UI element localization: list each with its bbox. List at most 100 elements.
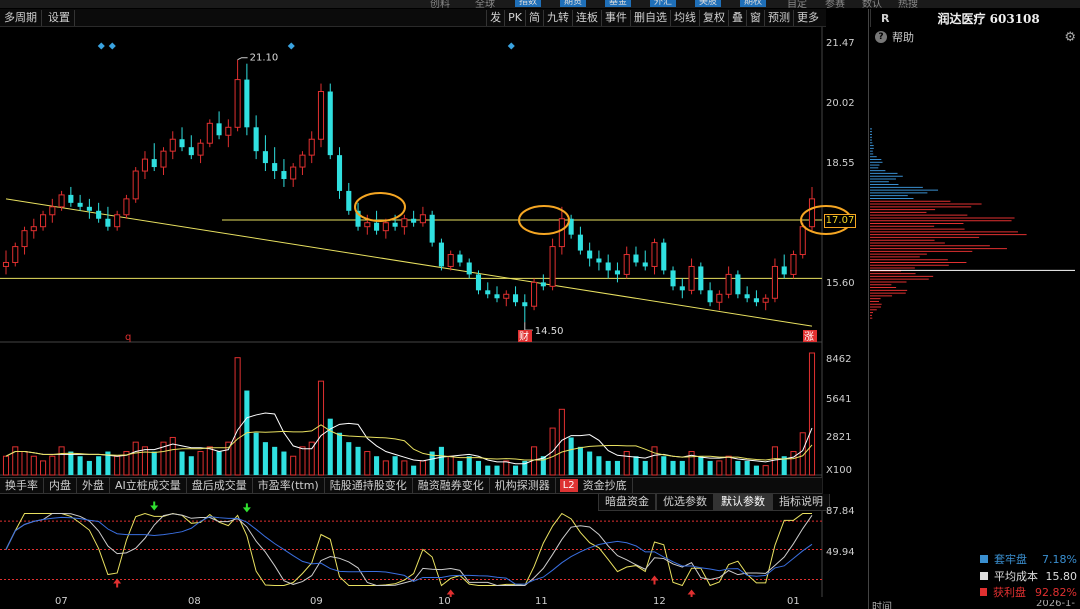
volume-bar: [790, 451, 797, 476]
candle-body: [281, 171, 287, 179]
param-tab[interactable]: 默认参数: [714, 494, 772, 511]
market-tab[interactable]: 指数: [515, 0, 542, 7]
toolbar-button[interactable]: 复权: [699, 10, 728, 26]
volume-bar: [2, 455, 10, 476]
candle-body: [698, 266, 704, 291]
candle-body: [244, 79, 250, 128]
market-tab[interactable]: 创料: [430, 0, 450, 8]
market-tab[interactable]: 热搜: [898, 0, 918, 8]
indicator-tab[interactable]: 机构探测器: [490, 478, 556, 493]
legend-label: 套牢盘: [994, 553, 1027, 566]
indicator-tab[interactable]: 内盘: [44, 478, 77, 493]
indicator-tab[interactable]: 陆股通持股变化: [325, 478, 413, 493]
legend-swatch: [980, 555, 988, 563]
toolbar-button[interactable]: 简: [525, 10, 543, 26]
param-tab[interactable]: 指标说明: [772, 494, 830, 511]
candle-body: [549, 246, 556, 287]
event-diamond: [507, 42, 515, 50]
candle-body: [744, 294, 750, 299]
volume-bar: [188, 456, 194, 475]
legend-value: 92.82%: [1035, 585, 1077, 599]
candle-body: [327, 91, 333, 156]
market-tab[interactable]: 美股: [695, 0, 722, 7]
candle-body: [587, 250, 593, 259]
candle-body: [670, 270, 676, 287]
toolbar-button[interactable]: 设置: [44, 9, 75, 26]
candle-body: [596, 258, 602, 263]
cost-legend-item: 获利盘 92.82%: [980, 584, 1080, 600]
legend-label: 获利盘: [993, 586, 1026, 599]
q-marker: q: [125, 332, 131, 343]
toolbar-button[interactable]: 事件: [601, 10, 630, 26]
indicator-tab[interactable]: 外盘: [77, 478, 110, 493]
toolbar-button[interactable]: 九转: [543, 10, 572, 26]
candle-body: [317, 91, 325, 140]
candle-body: [753, 298, 759, 303]
toolbar-button[interactable]: 多周期: [0, 9, 42, 26]
indicator-tab[interactable]: 融资融券变化: [413, 478, 490, 493]
candle-body: [96, 210, 102, 219]
volume-bar: [771, 446, 778, 476]
volume-bar: [272, 446, 278, 475]
indicator-tab[interactable]: 换手率: [0, 478, 44, 493]
indicator-tab[interactable]: AI立桩成交量: [110, 478, 187, 493]
toolbar-button[interactable]: 均线: [670, 10, 699, 26]
indicator-tab[interactable]: 盘后成交量: [187, 478, 253, 493]
candle-body: [614, 270, 620, 275]
indicator-tab[interactable]: 资金抄底: [578, 478, 633, 493]
market-tab[interactable]: 参赛: [825, 0, 845, 8]
toolbar-button[interactable]: 发: [486, 10, 504, 26]
volume-bar: [419, 460, 426, 476]
candle-body: [633, 254, 639, 263]
volume-unit: X100: [826, 465, 852, 476]
toolbar-button[interactable]: 更多: [793, 10, 822, 26]
volume-bar: [253, 432, 259, 475]
candle-body: [503, 293, 510, 299]
candle-body: [429, 214, 435, 243]
volume-bar: [197, 451, 204, 476]
volume-bar: [605, 460, 611, 475]
market-tab[interactable]: 自定: [787, 0, 807, 8]
market-tab[interactable]: 基金: [605, 0, 632, 7]
candle-body: [382, 222, 389, 232]
volume-bar: [503, 460, 510, 476]
price-tick: 21.47: [826, 38, 855, 49]
param-tabs: 暗盘资金 优选参数 默认参数 指标说明: [598, 494, 830, 511]
kline-chart[interactable]: 21.10 14.50 q 财 涨: [0, 27, 1080, 597]
candle-body: [447, 254, 454, 267]
candle-body: [771, 265, 778, 299]
volume-bar: [234, 357, 241, 476]
price-tag: 17.07: [824, 214, 856, 228]
candle-body: [290, 166, 297, 180]
market-tab[interactable]: 期货: [560, 0, 587, 7]
market-tab[interactable]: 数认: [862, 0, 882, 8]
candle-body: [392, 222, 398, 227]
indicator-tab[interactable]: 市盈率(ttm): [253, 478, 325, 493]
toolbar-button[interactable]: 预测: [764, 10, 793, 26]
market-tab[interactable]: 全球: [475, 0, 495, 8]
toolbar-button[interactable]: 删自选: [630, 10, 670, 26]
zhang-marker: 涨: [804, 331, 814, 343]
volume-bar: [96, 456, 102, 475]
param-tab[interactable]: 优选参数: [656, 494, 714, 511]
market-tab[interactable]: 期权: [740, 0, 767, 7]
toolbar-button[interactable]: PK: [504, 10, 525, 26]
candle-body: [151, 159, 157, 168]
volume-bar: [382, 460, 389, 476]
toolbar-button[interactable]: 窗: [746, 10, 764, 26]
candle-body: [512, 294, 519, 303]
volume-bar: [179, 451, 185, 475]
candle-body: [661, 242, 667, 271]
market-tab[interactable]: 外汇: [650, 0, 677, 7]
toolbar-button[interactable]: 叠: [728, 10, 746, 26]
param-tab[interactable]: 暗盘资金: [598, 494, 656, 511]
candle-body: [49, 206, 56, 216]
volume-tick: 2821: [826, 432, 852, 443]
cost-legend-item: 套牢盘 7.18%: [980, 551, 1080, 567]
buy-arrow: [650, 575, 659, 585]
volume-bar: [808, 352, 816, 476]
candle-body: [651, 242, 658, 267]
toolbar-button[interactable]: 连板: [572, 10, 601, 26]
osc-tick: 49.94: [826, 547, 855, 558]
candle-body: [132, 170, 139, 200]
